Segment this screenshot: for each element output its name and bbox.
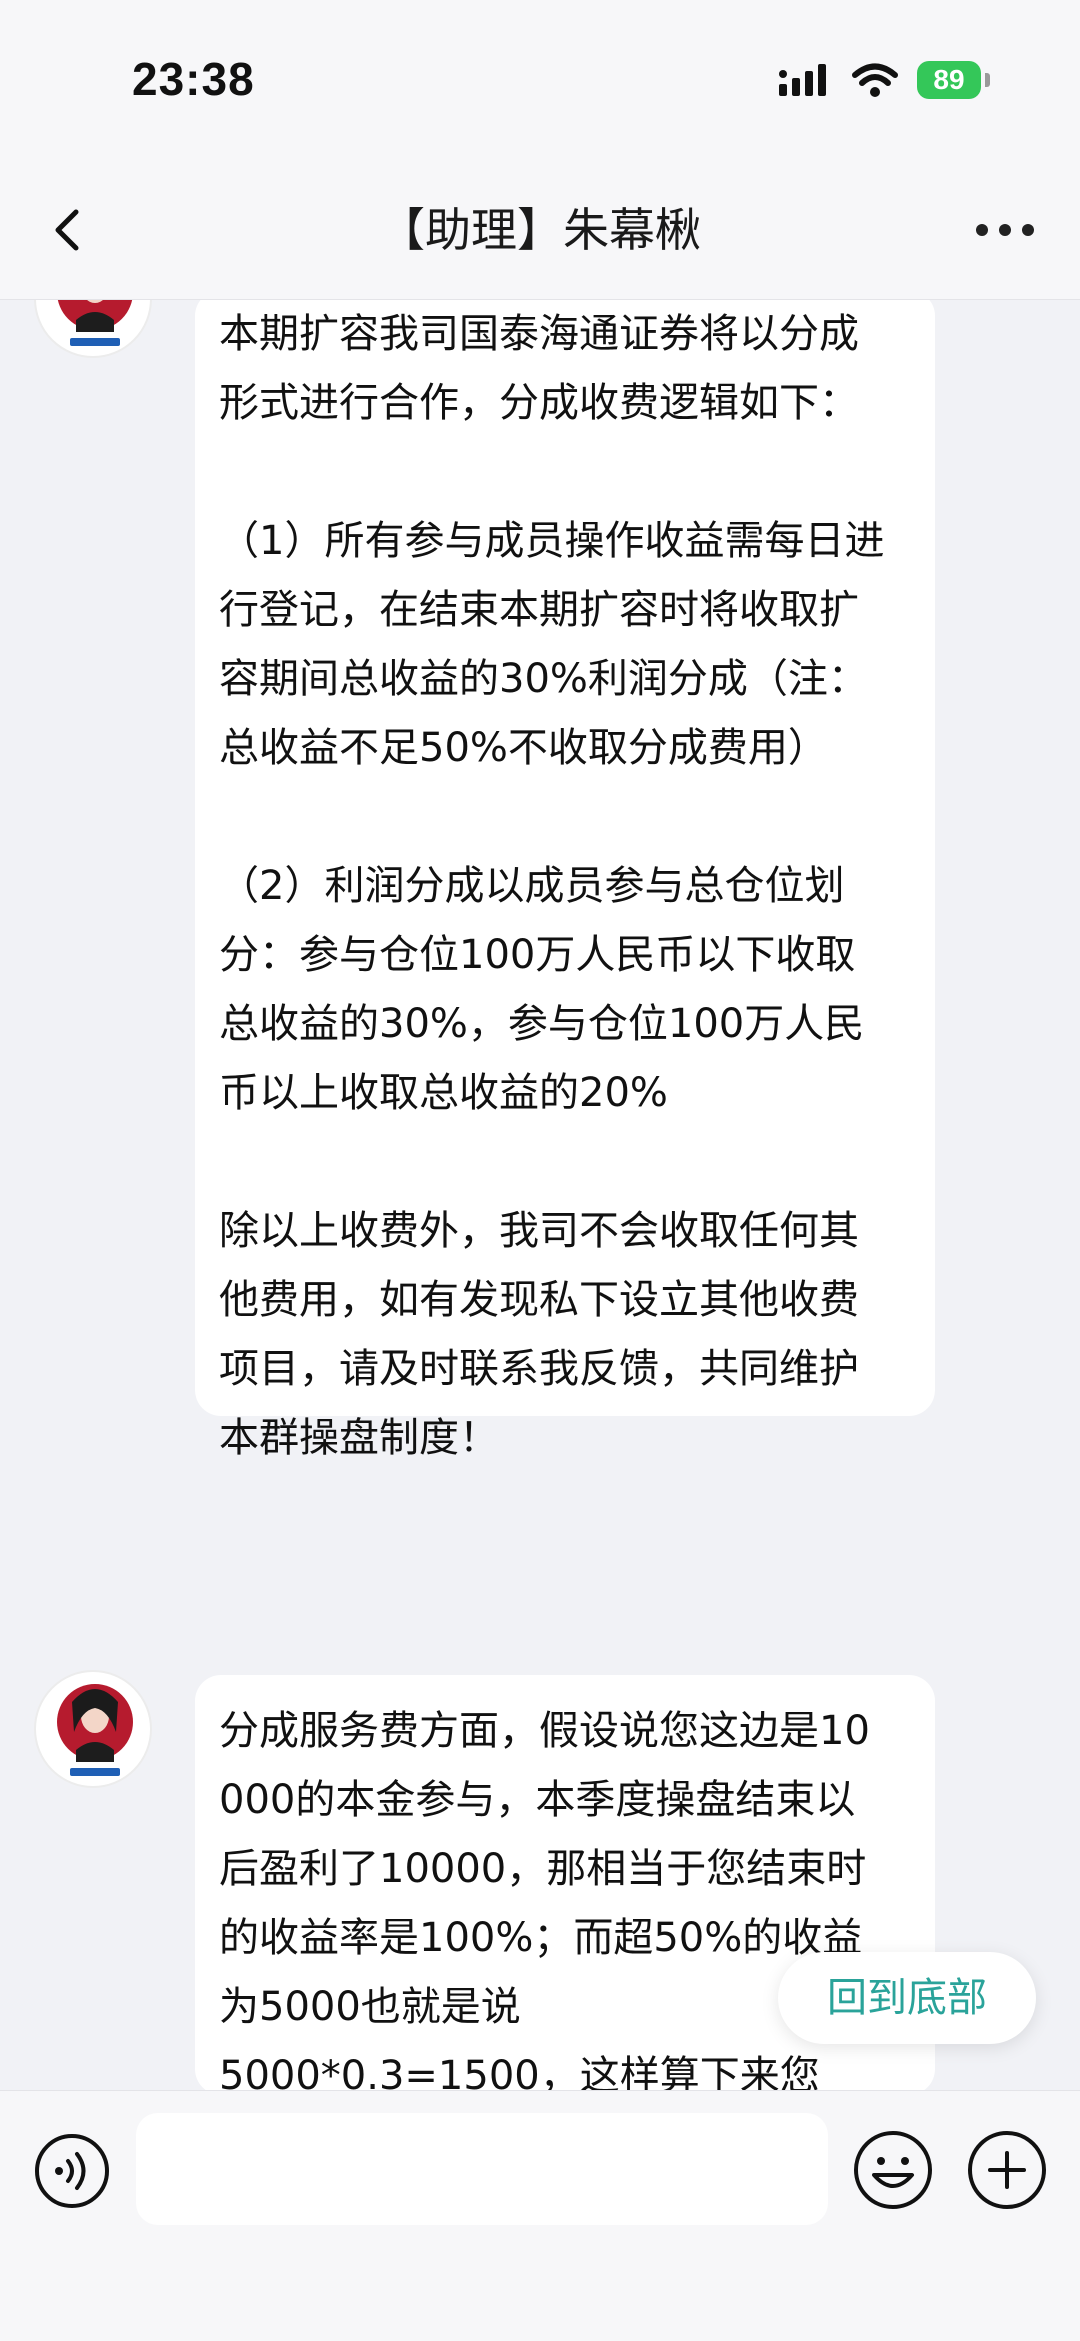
avatar-portrait — [57, 1684, 133, 1776]
battery-icon: 89 — [917, 61, 981, 99]
status-icons: 89 — [777, 58, 990, 102]
status-bar: 23:38 89 — [0, 0, 1080, 160]
nav-bar: 【助理】朱幕楸 — [0, 160, 1080, 300]
signal-icon — [779, 64, 826, 96]
input-bar — [0, 2090, 1080, 2341]
battery-cap — [985, 73, 990, 87]
emoji-icon[interactable] — [852, 2129, 934, 2211]
wifi-icon — [852, 63, 898, 97]
avatar[interactable] — [34, 300, 152, 358]
voice-icon[interactable] — [32, 2131, 112, 2211]
message-bubble: 本期扩容我司国泰海通证券将以分成形式进行合作，分成收费逻辑如下： （1）所有参与… — [195, 300, 935, 1461]
scroll-to-bottom-button[interactable]: 回到底部 — [778, 1952, 1036, 2044]
avatar[interactable] — [34, 1670, 152, 1788]
message-list[interactable]: 本期扩容我司国泰海通证券将以分成形式进行合作，分成收费逻辑如下： （1）所有参与… — [0, 300, 1080, 2090]
more-icon[interactable] — [970, 200, 1040, 260]
chat-title: 【助理】朱幕楸 — [379, 203, 701, 257]
status-time: 23:38 — [132, 53, 255, 105]
avatar-portrait — [57, 300, 133, 346]
plus-icon[interactable] — [966, 2129, 1048, 2211]
message-input[interactable] — [136, 2113, 828, 2225]
